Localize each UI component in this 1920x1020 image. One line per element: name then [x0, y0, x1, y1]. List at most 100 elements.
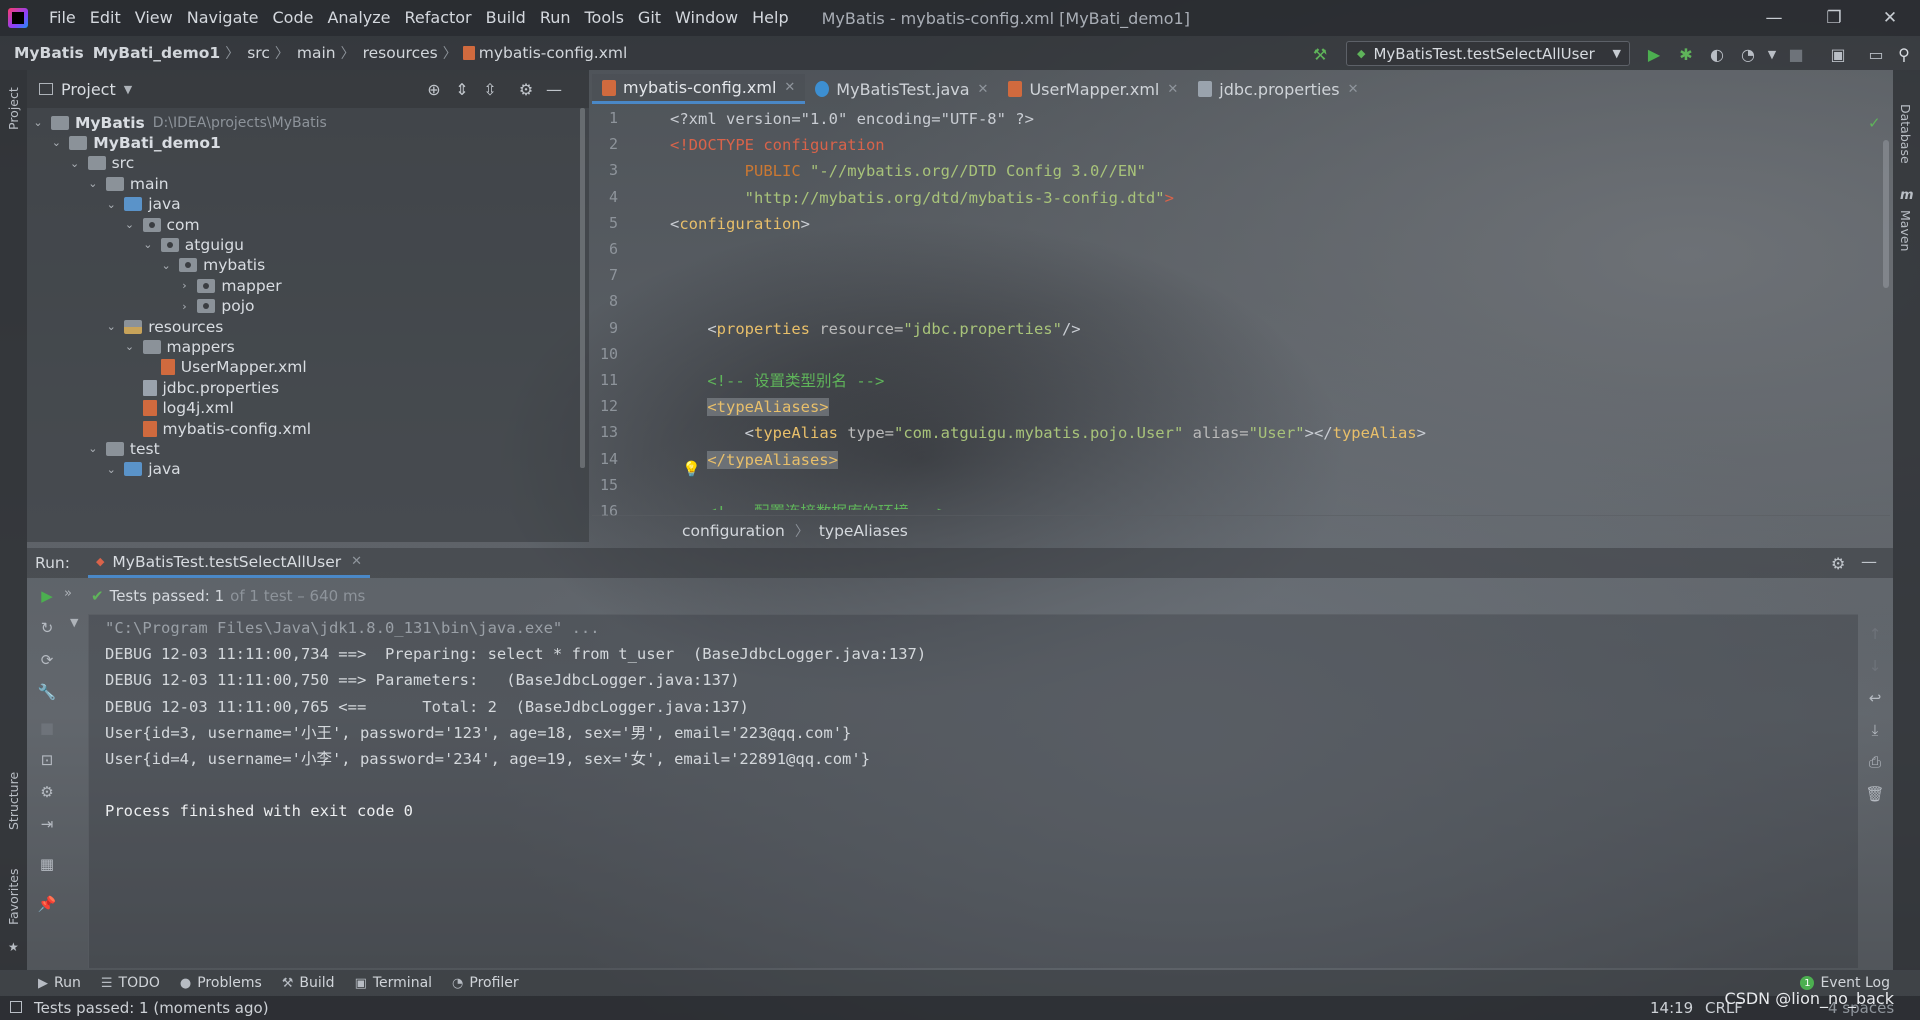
menu-refactor[interactable]: Refactor [398, 0, 479, 36]
expand-tests-icon[interactable]: » [64, 586, 72, 601]
coverage-icon[interactable]: ◐ [1707, 44, 1727, 64]
close-icon[interactable]: ✕ [1167, 82, 1178, 97]
camera-icon[interactable]: ⊡ [37, 750, 57, 770]
settings-icon[interactable]: ⚙ [37, 782, 57, 802]
export-icon[interactable]: ⇥ [37, 814, 57, 834]
problems-tool-button[interactable]: ● Problems [170, 970, 272, 996]
trash-icon[interactable]: 🗑 [1865, 784, 1885, 804]
breadcrumb-main[interactable]: main [291, 44, 339, 62]
menu-view[interactable]: View [128, 0, 180, 36]
toggle-autotest-icon[interactable]: ⟳ [37, 650, 57, 670]
menu-navigate[interactable]: Navigate [180, 0, 266, 36]
breadcrumb-typealiases[interactable]: typeAliases [811, 522, 916, 540]
chevron-right-icon[interactable]: › [177, 300, 191, 313]
run-tab[interactable]: ◆ MyBatisTest.testSelectAllUser ✕ [87, 548, 371, 578]
restore-button[interactable]: ❐ [1810, 0, 1858, 36]
database-tool-button[interactable]: Database [1898, 104, 1913, 164]
chevron-down-icon[interactable]: ⌄ [141, 238, 155, 251]
chevron-right-icon[interactable]: › [177, 279, 191, 292]
project-view-selector[interactable]: Project [61, 80, 116, 99]
menu-file[interactable]: File [42, 0, 83, 36]
breadcrumb-resources[interactable]: resources [357, 44, 441, 62]
build-tool-button[interactable]: ⚒ Build [272, 970, 345, 996]
debug-icon[interactable]: ✱ [1676, 44, 1696, 64]
stop-icon[interactable]: ■ [37, 718, 57, 738]
menu-build[interactable]: Build [479, 0, 533, 36]
menu-analyze[interactable]: Analyze [320, 0, 397, 36]
chevron-down-icon[interactable]: ⌄ [159, 259, 173, 272]
build-hammer-icon[interactable]: ⚒ [1310, 44, 1330, 64]
expand-all-icon[interactable]: ⇕ [451, 78, 473, 100]
caret-position[interactable]: 14:19 [1650, 996, 1693, 1020]
chevron-down-icon[interactable]: ⌄ [123, 340, 137, 353]
run-icon[interactable]: ▶ [1644, 44, 1664, 64]
profiler-tool-button[interactable]: ◔ Profiler [442, 970, 529, 996]
chevron-down-icon[interactable]: ⌄ [68, 157, 82, 170]
minimize-button[interactable]: — [1750, 0, 1798, 36]
tree-node-java[interactable]: ⌄ java [104, 457, 181, 482]
menu-code[interactable]: Code [266, 0, 321, 36]
editor-tab-jdbc-properties[interactable]: jdbc.properties ✕ [1188, 74, 1368, 104]
breadcrumb-module[interactable]: MyBati_demo1 [87, 44, 223, 62]
chevron-down-icon[interactable]: ⌄ [86, 177, 100, 190]
close-icon[interactable]: ✕ [1348, 82, 1359, 97]
editor-tab-usermapper-xml[interactable]: UserMapper.xml ✕ [998, 74, 1188, 104]
menu-window[interactable]: Window [668, 0, 745, 36]
favorites-tool-button[interactable]: Favorites [6, 869, 21, 925]
breadcrumb-configuration[interactable]: configuration [674, 522, 793, 540]
chevron-down-icon[interactable]: ⌄ [31, 116, 45, 129]
todo-tool-button[interactable]: ☰ TODO [91, 970, 170, 996]
stop-icon[interactable]: ■ [1786, 44, 1806, 64]
editor-tab-mybatistest-java[interactable]: MyBatisTest.java ✕ [805, 74, 998, 104]
gear-icon[interactable]: ⚙ [1831, 554, 1845, 573]
chevron-down-icon[interactable]: ⌄ [104, 463, 118, 476]
breadcrumb-file[interactable]: mybatis-config.xml [479, 44, 631, 62]
chevron-down-icon[interactable]: ⌄ [86, 442, 100, 455]
maven-tool-button[interactable]: Maven [1898, 210, 1913, 251]
menu-help[interactable]: Help [745, 0, 795, 36]
wrench-icon[interactable]: 🔧 [37, 682, 57, 702]
menu-edit[interactable]: Edit [83, 0, 128, 36]
layout-icon[interactable]: ▭ [1866, 44, 1886, 64]
editor-tab-mybatis-config-xml[interactable]: mybatis-config.xml ✕ [592, 74, 806, 104]
console-output[interactable]: "C:\Program Files\Java\jdk1.8.0_131\bin\… [88, 614, 1858, 968]
editor-scrollbar[interactable] [1883, 140, 1889, 288]
breadcrumb-project[interactable]: MyBatis [0, 44, 87, 62]
close-icon[interactable]: ✕ [978, 82, 989, 97]
soft-wrap-icon[interactable]: ↩ [1865, 688, 1885, 708]
tree-scrollbar[interactable] [580, 108, 585, 468]
pin-icon[interactable]: 📌 [37, 894, 57, 914]
hide-panel-icon[interactable]: — [1861, 552, 1877, 571]
chevron-down-icon[interactable]: ⌄ [49, 136, 63, 149]
layout-icon[interactable]: ▦ [37, 854, 57, 874]
search-icon[interactable]: ⚲ [1894, 44, 1914, 64]
print-icon[interactable]: ⎙ [1865, 752, 1885, 772]
code-editor[interactable]: <?xml version="1.0" encoding="UTF-8" ?> <… [670, 106, 1870, 510]
breadcrumb-src[interactable]: src [241, 44, 273, 62]
menu-tools[interactable]: Tools [578, 0, 631, 36]
chevron-down-icon[interactable]: ⌄ [104, 198, 118, 211]
scroll-to-end-icon[interactable]: ⤓ [1865, 720, 1885, 740]
up-arrow-icon[interactable]: ↑ [1865, 624, 1885, 644]
rerun-icon[interactable]: ▶ [37, 586, 57, 606]
chevron-down-icon[interactable]: ▼ [70, 616, 78, 629]
rerun-failed-icon[interactable]: ↻ [37, 618, 57, 638]
hide-panel-icon[interactable]: — [543, 78, 565, 100]
menu-git[interactable]: Git [631, 0, 668, 36]
terminal-tool-button[interactable]: ▣ Terminal [345, 970, 442, 996]
collapse-all-icon[interactable]: ⇳ [479, 78, 501, 100]
menu-run[interactable]: Run [533, 0, 578, 36]
close-icon[interactable]: ✕ [784, 80, 795, 95]
close-icon[interactable]: ✕ [351, 554, 362, 569]
run-configuration-selector[interactable]: ◆ MyBatisTest.testSelectAllUser ▼ [1346, 41, 1630, 66]
down-arrow-icon[interactable]: ↓ [1865, 656, 1885, 676]
structure-tool-button[interactable]: Structure [6, 772, 21, 830]
toggle-tool-windows-icon[interactable] [10, 1001, 22, 1013]
gear-icon[interactable]: ⚙ [515, 78, 537, 100]
close-button[interactable]: ✕ [1866, 0, 1914, 36]
project-tool-button[interactable]: Project [6, 87, 21, 130]
chevron-down-icon[interactable]: ⌄ [123, 218, 137, 231]
more-run-options-icon[interactable]: ▼ [1762, 44, 1782, 64]
profiler-run-icon[interactable]: ◔ [1738, 44, 1758, 64]
chevron-down-icon[interactable]: ⌄ [104, 320, 118, 333]
